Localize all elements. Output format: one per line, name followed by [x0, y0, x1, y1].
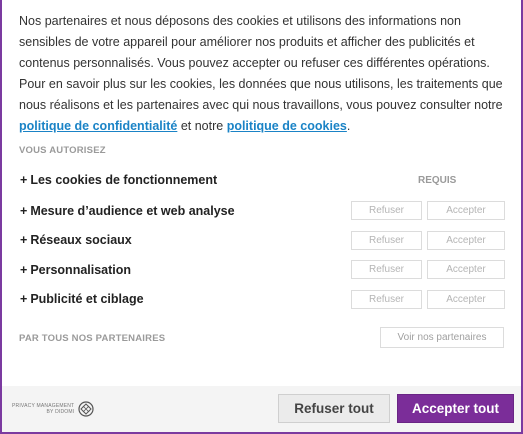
consent-intro-text: Nos partenaires et nous déposons des coo… — [19, 11, 509, 137]
accept-audience-button[interactable]: Accepter — [427, 201, 505, 220]
intro-body: Nos partenaires et nous déposons des coo… — [19, 14, 503, 112]
purpose-audience-analytics[interactable]: + Mesure d’audience et web analyse — [20, 204, 235, 218]
intro-connector: et notre — [177, 119, 227, 133]
purpose-advertising[interactable]: + Publicité et ciblage — [20, 292, 144, 306]
expand-icon: + — [20, 263, 28, 277]
brand-line-2: BY DIDOMI — [46, 409, 75, 415]
cookie-policy-link[interactable]: politique de cookies — [227, 119, 347, 133]
accept-advertising-button[interactable]: Accepter — [427, 290, 505, 309]
see-partners-button[interactable]: Voir nos partenaires — [380, 327, 504, 348]
refuse-advertising-button[interactable]: Refuser — [351, 290, 422, 309]
expand-icon: + — [20, 233, 28, 247]
privacy-policy-link[interactable]: politique de confidentialité — [19, 119, 177, 133]
didomi-branding[interactable]: PRIVACY MANAGEMENT BY DIDOMI — [12, 401, 94, 417]
accept-all-button[interactable]: Accepter tout — [397, 394, 514, 423]
expand-icon: + — [20, 292, 28, 306]
intro-end: . — [346, 119, 351, 133]
purpose-label: Les cookies de fonctionnement — [30, 173, 218, 187]
purpose-social-networks[interactable]: + Réseaux sociaux — [20, 233, 132, 247]
refuse-all-button[interactable]: Refuser tout — [278, 394, 390, 423]
partners-section-label: PAR TOUS NOS PARTENAIRES — [19, 333, 166, 344]
purpose-label: Personnalisation — [30, 263, 132, 277]
purpose-label: Réseaux sociaux — [30, 233, 132, 247]
consent-footer: PRIVACY MANAGEMENT BY DIDOMI Refuser tou… — [2, 386, 521, 432]
expand-icon: + — [20, 173, 28, 187]
brand-text: PRIVACY MANAGEMENT BY DIDOMI — [12, 403, 74, 415]
purpose-label: Mesure d’audience et web analyse — [30, 204, 235, 218]
accept-personalisation-button[interactable]: Accepter — [427, 260, 505, 279]
purpose-personalisation[interactable]: + Personnalisation — [20, 263, 131, 277]
required-badge: REQUIS — [418, 175, 457, 186]
refuse-audience-button[interactable]: Refuser — [351, 201, 422, 220]
purpose-label: Publicité et ciblage — [30, 292, 144, 306]
accept-social-button[interactable]: Accepter — [427, 231, 505, 250]
purpose-functional-cookies[interactable]: + Les cookies de fonctionnement — [20, 173, 217, 187]
refuse-social-button[interactable]: Refuser — [351, 231, 422, 250]
expand-icon: + — [20, 204, 28, 218]
authorize-section-label: VOUS AUTORISEZ — [19, 145, 106, 156]
didomi-logo-icon — [78, 401, 94, 417]
refuse-personalisation-button[interactable]: Refuser — [351, 260, 422, 279]
